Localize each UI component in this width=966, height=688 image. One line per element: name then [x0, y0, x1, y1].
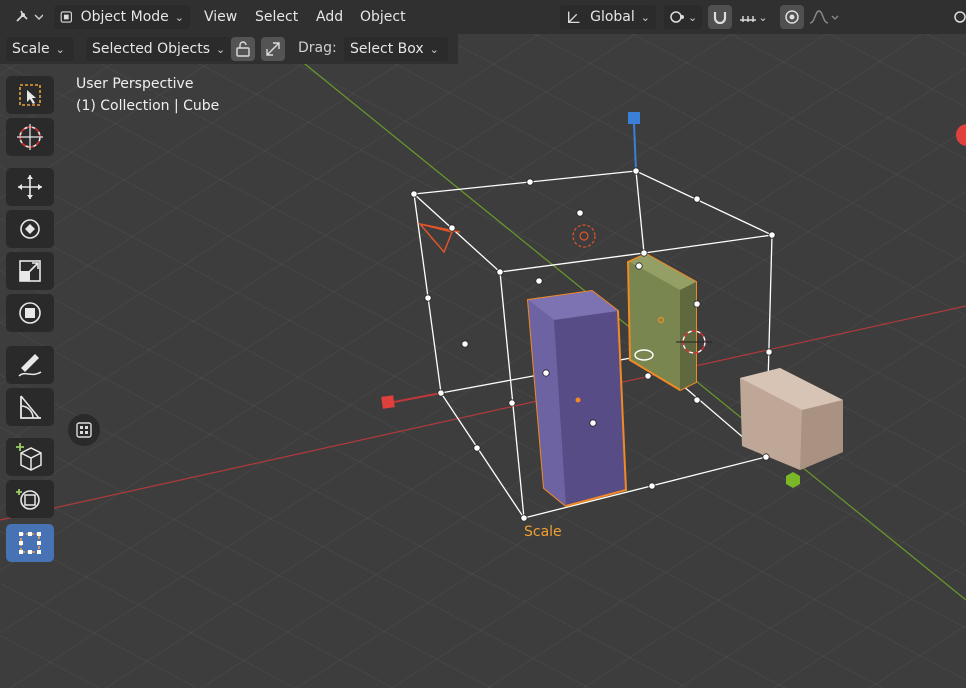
drag-label: Drag:	[298, 40, 337, 56]
transform-icon	[19, 302, 41, 324]
editor-type-icon	[16, 10, 43, 22]
operator-label: Scale	[524, 524, 562, 540]
tool-transform[interactable]	[6, 294, 54, 332]
snap-target-dropdown[interactable]: ⌄	[734, 5, 772, 29]
viewport-gizmo-toggle[interactable]	[948, 5, 966, 29]
menu-select[interactable]: Select	[255, 6, 298, 28]
tool-scale[interactable]	[6, 252, 54, 290]
scale-origins-icon	[266, 42, 280, 56]
drag-value: Select Box	[350, 41, 424, 57]
scale-cage-icon	[19, 532, 41, 554]
pivot-point-dropdown[interactable]: ⌄	[664, 5, 702, 29]
affect-label: Selected Objects	[92, 41, 211, 57]
viewport-header: Object Mode ⌄ View Select Add Object Glo…	[0, 0, 966, 34]
tool-rotate[interactable]	[6, 210, 54, 248]
checker-icon	[76, 422, 92, 438]
purple-box-origin	[575, 397, 581, 403]
z-axis-handle	[628, 112, 640, 124]
menu-view[interactable]: View	[204, 6, 237, 28]
chevron-down-icon: ⌄	[55, 42, 65, 56]
move-icon	[18, 175, 42, 199]
eye-icon	[954, 11, 966, 23]
proportional-editing-toggle[interactable]	[780, 5, 804, 29]
annotate-icon	[18, 354, 42, 377]
menu-object[interactable]: Object	[360, 6, 406, 28]
y-axis-handle	[786, 472, 800, 488]
tool-settings-bar: Scale ⌄ Selected Objects ⌄ Drag: Select …	[0, 34, 966, 64]
rotate-icon	[20, 219, 40, 239]
chevron-down-icon: ⌄	[216, 42, 226, 56]
proportional-editing-icon	[785, 10, 799, 24]
select-box-icon	[19, 84, 41, 106]
chevron-down-icon: ⌄	[640, 10, 650, 24]
tool-annotate[interactable]	[6, 346, 54, 384]
mode-dropdown[interactable]: Object Mode ⌄	[54, 5, 190, 29]
collection-info: (1) Collection | Cube	[76, 98, 220, 114]
menu-add[interactable]: Add	[316, 6, 343, 28]
tool-label: Scale	[12, 41, 50, 57]
chevron-down-icon: ⌄	[429, 42, 439, 56]
snap-toggle[interactable]	[708, 5, 732, 29]
mode-label: Object Mode	[80, 9, 169, 25]
chevron-down-icon: ⌄	[758, 10, 768, 24]
affect-dropdown[interactable]: Selected Objects ⌄	[86, 37, 230, 61]
scale-icon	[19, 260, 41, 282]
chevron-down-icon: ⌄	[174, 10, 184, 24]
tool-measure[interactable]	[6, 388, 54, 426]
tool-dropdown[interactable]: Scale ⌄	[6, 37, 74, 61]
view-name: User Perspective	[76, 76, 194, 92]
measure-icon	[20, 395, 41, 419]
sidebar-toggle-button[interactable]	[68, 414, 100, 446]
orientation-label: Global	[590, 9, 635, 25]
orientation-global-icon	[568, 11, 580, 24]
light-object	[572, 224, 596, 248]
spin-icon	[16, 489, 40, 510]
drag-dropdown[interactable]: Select Box ⌄	[344, 37, 448, 61]
snap-increment-icon	[740, 16, 757, 22]
tool-spin[interactable]	[6, 480, 54, 518]
add-cube-icon	[16, 443, 42, 471]
tool-move[interactable]	[6, 168, 54, 206]
tan-box	[740, 368, 843, 470]
magnet-icon	[713, 12, 727, 25]
tool-scale-cage[interactable]	[6, 524, 54, 562]
lock-scale-toggle[interactable]	[231, 37, 255, 61]
editor-type-button[interactable]	[10, 5, 46, 29]
cursor-icon	[17, 124, 43, 150]
object-mode-icon	[60, 11, 72, 23]
chevron-down-icon: ⌄	[688, 10, 698, 24]
lock-icon	[236, 41, 250, 57]
falloff-curve-icon	[809, 10, 839, 24]
orientation-dropdown[interactable]: Global ⌄	[560, 5, 656, 29]
tool-select-box[interactable]	[6, 76, 54, 114]
x-axis-handle	[381, 395, 395, 409]
falloff-dropdown[interactable]	[806, 5, 842, 29]
scale-origins-toggle[interactable]	[261, 37, 285, 61]
pivot-icon	[670, 11, 684, 23]
tool-cursor[interactable]	[6, 118, 54, 156]
tool-add-cube[interactable]	[6, 438, 54, 476]
